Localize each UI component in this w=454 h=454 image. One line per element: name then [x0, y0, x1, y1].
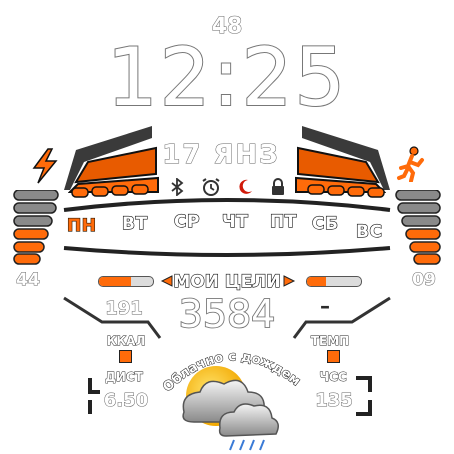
tempo-value: – [320, 294, 330, 318]
goal-right-progress-fill [307, 277, 326, 286]
time-display: 12:25 [106, 31, 348, 124]
alarm-clock-icon [202, 178, 220, 196]
distance-value: 6.50 [103, 390, 149, 412]
weekday-sat: СБ [311, 213, 339, 234]
status-icons [166, 176, 292, 198]
left-gauge-value: 44 [16, 270, 41, 291]
weekday-tue: ВТ [121, 213, 148, 234]
tempo-label: ТЕМП [310, 334, 350, 349]
steps-value: 3584 [178, 292, 277, 336]
weekday-fri: ПТ [269, 211, 297, 232]
heart-value: 135 [315, 390, 354, 412]
goal-left-arrow-icon [160, 275, 173, 287]
goal-right-arrow-icon [283, 275, 296, 287]
goal-left-progress [98, 276, 154, 287]
right-gauge [395, 190, 441, 265]
cloudy-rain-icon [182, 366, 279, 451]
walking-person-icon [397, 146, 424, 182]
distance-label: ДИСТ [105, 370, 144, 385]
tempo-indicator [327, 350, 340, 363]
watch-face: 48 12:25 17 ЯНЗ ПН ВТ СР ЧТ ПТ СБ ВС 44 … [0, 0, 454, 454]
right-dots [307, 184, 385, 198]
left-gauge [13, 190, 59, 265]
right-gauge-value: 09 [412, 270, 437, 291]
bluetooth-icon [171, 178, 184, 196]
goals-label: МОИ ЦЕЛИ [173, 271, 281, 292]
kcal-indicator [119, 350, 132, 363]
lightning-icon [32, 148, 58, 184]
weekday-sun: ВС [355, 221, 383, 242]
heart-label: ЧСС [319, 370, 347, 385]
goal-right-progress [306, 276, 362, 287]
lock-icon [272, 178, 284, 195]
weekday-thu: ЧТ [221, 211, 249, 232]
date-display: 17 ЯНЗ [162, 140, 280, 171]
kcal-value: 191 [105, 298, 144, 320]
kcal-label: ККАЛ [106, 334, 146, 349]
weekday-wed: СР [173, 211, 200, 232]
moon-icon [239, 179, 252, 194]
goal-left-progress-fill [99, 277, 132, 286]
left-dots [71, 184, 149, 198]
weekday-mon: ПН [66, 215, 97, 236]
